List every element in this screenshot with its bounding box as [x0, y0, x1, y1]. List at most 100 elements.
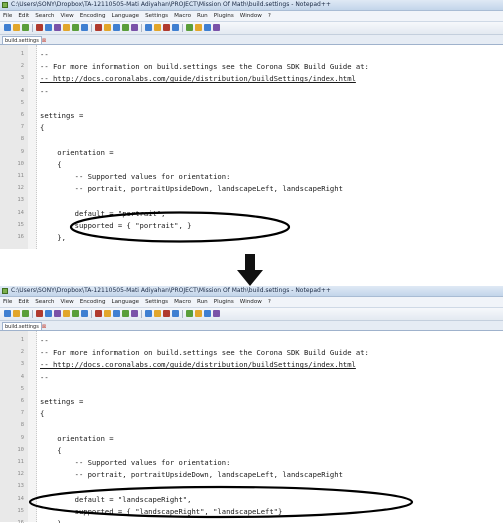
menu-file[interactable]: File	[3, 13, 12, 19]
tab-close-icon[interactable]: ⊠	[42, 324, 46, 330]
toolbar-separator	[141, 310, 142, 318]
toolbar-button-icon[interactable]	[195, 310, 202, 317]
toolbar-button-icon[interactable]	[36, 310, 43, 317]
toolbar-button-icon[interactable]	[13, 310, 20, 317]
code-text: -- Supported values for orientation:	[40, 458, 231, 467]
line-number: 2	[20, 349, 24, 356]
code-text: --	[40, 372, 49, 382]
toolbar-button-icon[interactable]	[45, 310, 52, 317]
line-number: 16	[17, 234, 24, 240]
menu-edit[interactable]: Edit	[18, 13, 29, 19]
toolbar-button-icon[interactable]	[104, 310, 111, 317]
menu-macro[interactable]: Macro	[174, 299, 191, 305]
code-text: --	[40, 336, 49, 345]
toolbar-button-icon[interactable]	[13, 24, 20, 31]
title-bar: C:\Users\SONY\Dropbox\TA-12110505-Mati A…	[0, 0, 503, 11]
toolbar-button-icon[interactable]	[81, 310, 88, 317]
code-text: -- Supported values for orientation:	[40, 172, 231, 181]
menu-edit[interactable]: Edit	[18, 299, 29, 305]
toolbar-button-icon[interactable]	[154, 24, 161, 31]
toolbar-button-icon[interactable]	[36, 24, 43, 31]
toolbar-button-icon[interactable]	[104, 24, 111, 31]
toolbar-button-icon[interactable]	[145, 310, 152, 317]
tab-build-settings[interactable]: build.settings ⊠	[2, 36, 46, 44]
code-url-link[interactable]: -- http://docs.coronalabs.com/guide/dist…	[40, 73, 356, 84]
toolbar-button-icon[interactable]	[163, 24, 170, 31]
menu-settings[interactable]: Settings	[145, 13, 168, 19]
line-number: 4	[20, 87, 24, 94]
code-editor[interactable]: 1 -- 2 -- For more information on build.set…	[0, 45, 503, 249]
tab-build-settings[interactable]: build.settings ⊠	[2, 322, 46, 330]
menu-window[interactable]: Window	[240, 13, 262, 19]
menu-help[interactable]: ?	[268, 13, 271, 19]
toolbar-button-icon[interactable]	[95, 24, 102, 31]
toolbar-button-icon[interactable]	[163, 310, 170, 317]
menu-encoding[interactable]: Encoding	[80, 299, 106, 305]
toolbar-button-icon[interactable]	[131, 24, 138, 31]
toolbar-separator	[32, 310, 33, 318]
toolbar-button-icon[interactable]	[72, 24, 79, 31]
toolbar-button-icon[interactable]	[154, 310, 161, 317]
line-number: 2	[20, 63, 24, 70]
toolbar-button-icon[interactable]	[204, 24, 211, 31]
menu-file[interactable]: File	[3, 299, 12, 305]
menu-macro[interactable]: Macro	[174, 13, 191, 19]
line-number: 14	[17, 209, 24, 216]
toolbar-button-icon[interactable]	[122, 24, 129, 31]
toolbar-button-icon[interactable]	[113, 24, 120, 31]
menu-plugins[interactable]: Plugins	[214, 299, 234, 305]
code-url-link[interactable]: -- http://docs.coronalabs.com/guide/dist…	[40, 359, 356, 370]
toolbar-button-icon[interactable]	[195, 24, 202, 31]
code-text: {	[40, 445, 62, 455]
toolbar-button-icon[interactable]	[186, 24, 193, 31]
toolbar-button-icon[interactable]	[213, 24, 220, 31]
toolbar-button-icon[interactable]	[204, 310, 211, 317]
toolbar-button-icon[interactable]	[95, 310, 102, 317]
toolbar-button-icon[interactable]	[63, 24, 70, 31]
toolbar-button-icon[interactable]	[4, 24, 11, 31]
line-number: 16	[17, 520, 24, 523]
menu-view[interactable]: View	[60, 13, 73, 19]
menu-plugins[interactable]: Plugins	[214, 13, 234, 19]
line-number: 11	[17, 459, 24, 465]
toolbar-button-icon[interactable]	[213, 310, 220, 317]
menu-help[interactable]: ?	[268, 299, 271, 305]
menu-settings[interactable]: Settings	[145, 299, 168, 305]
line-number: 3	[20, 361, 24, 368]
code-text: default = "portrait",	[40, 208, 166, 218]
toolbar-button-icon[interactable]	[54, 310, 61, 317]
toolbar-button-icon[interactable]	[131, 310, 138, 317]
menu-search[interactable]: Search	[35, 13, 54, 19]
toolbar-button-icon[interactable]	[113, 310, 120, 317]
line-number: 4	[20, 373, 24, 380]
editor-window-after: C:\Users\SONY\Dropbox\TA-12110505-Mati A…	[0, 286, 503, 523]
tab-close-icon[interactable]: ⊠	[42, 38, 46, 44]
toolbar-button-icon[interactable]	[122, 310, 129, 317]
menu-language[interactable]: Language	[112, 13, 140, 19]
menu-encoding[interactable]: Encoding	[80, 13, 106, 19]
toolbar-button-icon[interactable]	[4, 310, 11, 317]
toolbar-button-icon[interactable]	[172, 24, 179, 31]
code-text: -- portrait, portraitUpsideDown, landsca…	[40, 470, 343, 480]
menu-window[interactable]: Window	[240, 299, 262, 305]
toolbar-button-icon[interactable]	[81, 24, 88, 31]
menu-language[interactable]: Language	[112, 299, 140, 305]
menu-search[interactable]: Search	[35, 299, 54, 305]
toolbar-button-icon[interactable]	[54, 24, 61, 31]
toolbar-button-icon[interactable]	[22, 310, 29, 317]
down-arrow-icon	[237, 254, 263, 286]
toolbar-button-icon[interactable]	[145, 24, 152, 31]
menu-run[interactable]: Run	[197, 13, 208, 19]
toolbar-button-icon[interactable]	[72, 310, 79, 317]
code-editor[interactable]: 1 -- 2 -- For more information on build.set…	[0, 331, 503, 523]
toolbar-button-icon[interactable]	[63, 310, 70, 317]
toolbar-button-icon[interactable]	[172, 310, 179, 317]
menu-view[interactable]: View	[60, 299, 73, 305]
menu-run[interactable]: Run	[197, 299, 208, 305]
line-number: 15	[17, 507, 24, 514]
code-text: supported = { "portrait", }	[40, 220, 192, 230]
toolbar-button-icon[interactable]	[22, 24, 29, 31]
line-number: 6	[20, 112, 24, 118]
toolbar-button-icon[interactable]	[45, 24, 52, 31]
toolbar-button-icon[interactable]	[186, 310, 193, 317]
